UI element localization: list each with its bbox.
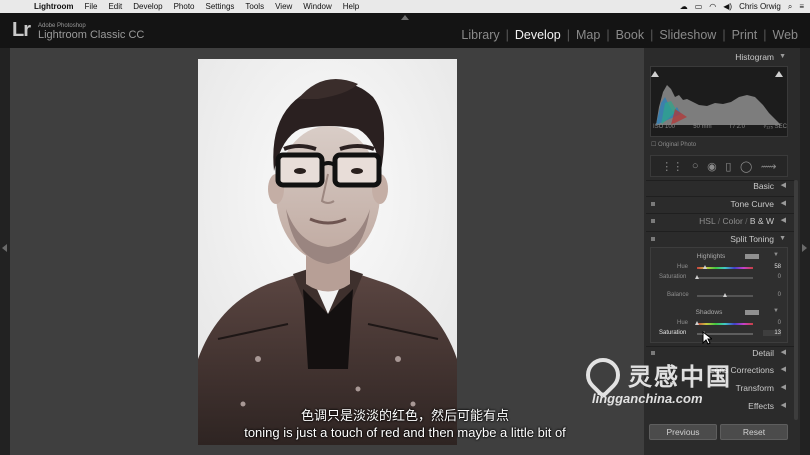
list-icon[interactable]: ≡ bbox=[799, 2, 804, 11]
hsl-tab[interactable]: HSL bbox=[699, 216, 715, 226]
expand-triangle-icon: ◀ bbox=[780, 217, 786, 224]
menu-develop[interactable]: Develop bbox=[133, 2, 162, 11]
tool-strip: ⋮⋮ ○ ◉ ▯ ◯ ⟿ bbox=[650, 155, 788, 177]
search-icon[interactable]: ⌕ bbox=[788, 2, 792, 12]
panel-switch-icon[interactable] bbox=[651, 202, 655, 206]
panel-switch-icon[interactable] bbox=[651, 219, 655, 223]
highlights-saturation-value[interactable]: 0 bbox=[767, 274, 781, 280]
menu-edit[interactable]: Edit bbox=[108, 2, 122, 11]
module-develop[interactable]: Develop bbox=[509, 28, 567, 42]
highlights-hue-value[interactable]: 58 bbox=[767, 264, 781, 270]
shadows-dropdown-icon[interactable]: ▼ bbox=[773, 308, 779, 314]
split-toning-header[interactable]: Split Toning ▼ bbox=[648, 231, 790, 247]
color-tab[interactable]: Color bbox=[722, 216, 742, 226]
menu-file[interactable]: File bbox=[85, 2, 98, 11]
shadows-hue-value[interactable]: 0 bbox=[767, 320, 781, 326]
panel-switch-icon[interactable] bbox=[651, 237, 655, 241]
tone-curve-header[interactable]: Tone Curve ◀ bbox=[648, 196, 790, 212]
lr-logo: Lr bbox=[12, 19, 31, 41]
portrait-image bbox=[198, 59, 457, 445]
tone-curve-title: Tone Curve bbox=[730, 199, 774, 209]
split-toning-title: Split Toning bbox=[730, 234, 774, 244]
crop-overlay-icon[interactable]: ⋮⋮ bbox=[661, 160, 683, 173]
highlights-saturation-label: Saturation bbox=[659, 274, 687, 280]
bw-tab[interactable]: B & W bbox=[750, 216, 774, 226]
shadows-title: Shadows bbox=[695, 309, 723, 316]
shadows-hue-label: Hue bbox=[677, 320, 689, 326]
shadows-saturation-label: Saturation bbox=[659, 330, 687, 336]
watermark-en: lingganchina.com bbox=[592, 391, 703, 406]
original-photo-checkbox[interactable]: ☐ Original Photo bbox=[651, 141, 696, 148]
basic-header[interactable]: Basic ◀ bbox=[648, 178, 790, 194]
menu-view[interactable]: View bbox=[275, 2, 292, 11]
macos-menubar: Lightroom File Edit Develop Photo Settin… bbox=[0, 0, 810, 13]
highlights-dropdown-icon[interactable]: ▼ bbox=[773, 252, 779, 258]
panel-scrollbar[interactable] bbox=[794, 180, 798, 420]
exif-info: ISO 100 50 mm f / 2.0 ¹⁄₁₂₅ SEC bbox=[653, 124, 787, 130]
highlights-color-swatch[interactable] bbox=[745, 254, 759, 259]
aperture-value: f / 2.0 bbox=[729, 124, 745, 130]
menu-settings[interactable]: Settings bbox=[206, 2, 235, 11]
shadows-saturation-value[interactable]: 13 bbox=[763, 330, 781, 336]
module-slideshow[interactable]: Slideshow bbox=[653, 28, 722, 42]
expand-triangle-icon: ◀ bbox=[780, 200, 786, 207]
radial-filter-icon[interactable]: ◯ bbox=[740, 160, 752, 173]
left-panel-toggle-icon[interactable] bbox=[2, 244, 7, 252]
spot-removal-icon[interactable]: ○ bbox=[692, 160, 699, 172]
menu-window[interactable]: Window bbox=[303, 2, 331, 11]
red-eye-icon[interactable]: ◉ bbox=[707, 160, 717, 173]
highlights-hue-label: Hue bbox=[677, 264, 689, 270]
histogram-header[interactable]: Histogram ▼ bbox=[648, 49, 790, 65]
user-name[interactable]: Chris Orwig bbox=[739, 2, 781, 11]
menu-tools[interactable]: Tools bbox=[245, 2, 264, 11]
highlights-saturation-slider[interactable] bbox=[694, 275, 699, 279]
shadows-hue-slider[interactable] bbox=[694, 321, 699, 325]
balance-slider[interactable] bbox=[722, 293, 727, 297]
module-picker: Library | Develop | Map | Book | Slideshow | … bbox=[455, 28, 804, 42]
mouse-cursor-icon bbox=[702, 331, 712, 345]
subtitle-english: toning is just a touch of red and then m… bbox=[244, 425, 566, 440]
app-name: Lightroom Classic CC bbox=[38, 29, 145, 41]
menu-photo[interactable]: Photo bbox=[174, 2, 195, 11]
module-print[interactable]: Print bbox=[726, 28, 764, 42]
histogram-title: Histogram bbox=[735, 52, 774, 62]
collapse-triangle-icon: ▼ bbox=[779, 235, 786, 242]
hsl-header[interactable]: HSL / Color / B & W ◀ bbox=[648, 213, 790, 229]
subtitle-chinese: 色调只是淡淡的红色，然后可能有点 bbox=[300, 408, 509, 423]
graduated-filter-icon[interactable]: ▯ bbox=[725, 160, 731, 173]
top-panel-toggle-icon[interactable] bbox=[401, 15, 409, 20]
adjustment-brush-icon[interactable]: ⟿ bbox=[761, 160, 777, 173]
menu-app-name[interactable]: Lightroom bbox=[34, 2, 74, 11]
highlights-saturation-track[interactable] bbox=[697, 277, 753, 279]
portrait-photo[interactable] bbox=[198, 59, 457, 445]
creative-cloud-icon[interactable]: ☁ bbox=[680, 2, 688, 11]
module-map[interactable]: Map bbox=[570, 28, 606, 42]
iso-value: ISO 100 bbox=[653, 124, 676, 130]
shadows-color-swatch[interactable] bbox=[745, 310, 759, 315]
right-panel-toggle-icon[interactable] bbox=[802, 244, 807, 252]
collapse-triangle-icon: ▼ bbox=[779, 53, 786, 60]
shadows-hue-track[interactable] bbox=[697, 323, 753, 325]
module-book[interactable]: Book bbox=[610, 28, 651, 42]
shutter-speed: ¹⁄₁₂₅ SEC bbox=[763, 124, 787, 130]
highlights-hue-slider[interactable] bbox=[703, 265, 708, 269]
watermark-cn: 灵感中国 bbox=[628, 364, 732, 391]
expand-triangle-icon: ◀ bbox=[780, 182, 786, 189]
focal-length: 50 mm bbox=[693, 124, 712, 130]
split-toning-panel: Highlights ▼ Hue 58 Saturation 0 Balance… bbox=[650, 247, 788, 343]
module-library[interactable]: Library bbox=[455, 28, 505, 42]
balance-label: Balance bbox=[667, 292, 689, 298]
module-web[interactable]: Web bbox=[767, 28, 804, 42]
original-photo-label: Original Photo bbox=[658, 142, 697, 148]
wifi-icon[interactable]: ◠ bbox=[709, 2, 716, 11]
balance-value[interactable]: 0 bbox=[767, 292, 781, 298]
highlights-title: Highlights bbox=[696, 253, 726, 260]
menu-help[interactable]: Help bbox=[343, 2, 359, 11]
sound-icon[interactable]: ◀) bbox=[723, 2, 732, 11]
display-icon[interactable]: ▭ bbox=[695, 2, 703, 11]
basic-title: Basic bbox=[753, 181, 774, 191]
